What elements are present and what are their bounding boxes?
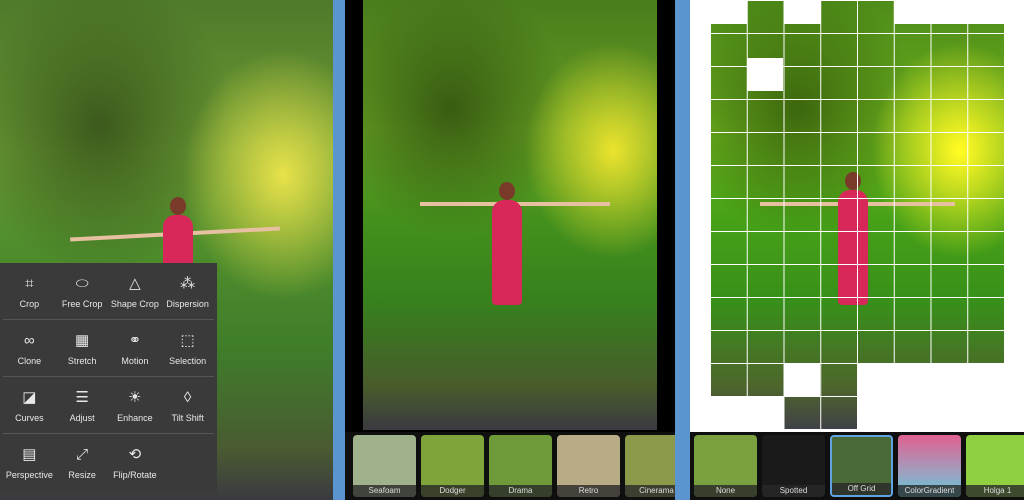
tool-label: Motion — [121, 355, 149, 366]
flip-rotate-icon: ⟲ — [128, 446, 142, 463]
filter-seafoam[interactable]: Seafoam — [353, 435, 416, 497]
tool-stretch[interactable]: ▦ Stretch — [56, 320, 109, 376]
tool-shape-crop[interactable]: △ Shape Crop — [109, 263, 162, 319]
tool-label: Adjust — [69, 412, 95, 423]
perspective-icon: ▤ — [22, 446, 37, 463]
filter-spotted[interactable]: Spotted — [762, 435, 825, 497]
dispersion-icon: ⁂ — [180, 274, 196, 292]
tilt-shift-icon: ◊ — [183, 388, 192, 406]
tool-perspective[interactable]: ▤ Perspective — [3, 434, 56, 491]
tool-label: Shape Crop — [110, 298, 159, 309]
tool-enhance[interactable]: ☀ Enhance — [109, 377, 162, 433]
tool-label: Perspective — [5, 470, 53, 480]
white-tile — [784, 0, 821, 24]
filter-label: Holga 1 — [966, 485, 1024, 497]
tool-crop[interactable]: ⌗ Crop — [3, 263, 56, 319]
tool-label: Stretch — [67, 355, 97, 366]
tool-label: Resize — [68, 470, 96, 480]
resize-icon: ⤢ — [76, 446, 89, 463]
tool-flip-rotate[interactable]: ⟲ Flip/Rotate — [109, 434, 162, 491]
filter-strip[interactable]: None Spotted Off Grid ColorGradient Holga 1 — [690, 432, 1024, 500]
white-tile — [710, 0, 747, 24]
filter-label: Off Grid — [832, 483, 891, 495]
tool-free-crop[interactable]: ⬭ Free Crop — [56, 263, 109, 319]
tool-adjust[interactable]: ☰ Adjust — [56, 377, 109, 433]
tool-label: Tilt Shift — [171, 412, 204, 423]
filters-screen: Seafoam Dodger Drama Retro Cinerama — [345, 0, 675, 500]
filter-colorgradient[interactable]: ColorGradient — [898, 435, 961, 497]
tool-row: ⌗ Crop ⬭ Free Crop △ Shape Crop ⁂ Dispersion — [3, 263, 214, 320]
free-crop-icon: ⬭ — [75, 274, 89, 292]
tool-row: ▤ Perspective ⤢ Resize ⟲ Flip/Rotate — [3, 434, 214, 491]
tool-row: ∞ Clone ▦ Stretch ⚭ Motion ⬚ Selection — [3, 320, 214, 377]
tool-label: Selection — [169, 355, 207, 366]
shape-crop-icon: △ — [129, 274, 141, 292]
filter-label: Seafoam — [353, 485, 416, 497]
enhance-icon: ☀ — [128, 388, 142, 406]
filter-label: Drama — [489, 485, 552, 497]
tools-panel-screen: ⌗ Crop ⬭ Free Crop △ Shape Crop ⁂ Dispersion ∞ Cl… — [0, 0, 333, 500]
tool-label: Clone — [17, 355, 42, 366]
white-tile — [857, 363, 1004, 430]
tool-label: Curves — [15, 412, 44, 423]
filter-label: Retro — [557, 485, 620, 497]
filter-label: Dodger — [421, 485, 484, 497]
filter-label: ColorGradient — [898, 485, 961, 497]
separator — [333, 0, 345, 500]
tool-tilt-shift[interactable]: ◊ Tilt Shift — [161, 377, 214, 433]
filter-label: Cinerama — [625, 485, 675, 497]
adjust-icon: ☰ — [75, 388, 89, 406]
filter-label: None — [694, 485, 757, 497]
filter-dodger[interactable]: Dodger — [421, 435, 484, 497]
tool-selection[interactable]: ⬚ Selection — [161, 320, 214, 376]
tool-label: Dispersion — [166, 298, 209, 309]
filter-holga-1[interactable]: Holga 1 — [966, 435, 1024, 497]
girl — [492, 182, 522, 305]
tool-dispersion[interactable]: ⁂ Dispersion — [161, 263, 214, 319]
clone-icon: ∞ — [24, 331, 35, 349]
white-tile — [894, 0, 1004, 24]
tool-resize[interactable]: ⤢ Resize — [56, 434, 109, 491]
white-tile — [784, 363, 820, 396]
tool-label: Crop — [19, 298, 40, 309]
selection-icon: ⬚ — [180, 331, 195, 349]
filter-none[interactable]: None — [694, 435, 757, 497]
white-tile — [747, 58, 783, 91]
tool-label: Free Crop — [61, 298, 103, 309]
filter-strip[interactable]: Seafoam Dodger Drama Retro Cinerama — [345, 432, 675, 500]
motion-icon: ⚭ — [128, 331, 142, 349]
tool-curves[interactable]: ◪ Curves — [3, 377, 56, 433]
tool-row: ◪ Curves ☰ Adjust ☀ Enhance ◊ Tilt Shift — [3, 377, 214, 434]
stretch-icon: ▦ — [75, 331, 90, 349]
white-tile — [710, 396, 784, 430]
filter-cinerama[interactable]: Cinerama — [625, 435, 675, 497]
tools-menu: ⌗ Crop ⬭ Free Crop △ Shape Crop ⁂ Dispersion ∞ Cl… — [0, 263, 217, 493]
tool-label: Flip/Rotate — [113, 470, 157, 480]
filter-label: Spotted — [762, 485, 825, 497]
curves-icon: ◪ — [22, 388, 37, 406]
separator — [675, 0, 690, 500]
tool-motion[interactable]: ⚭ Motion — [109, 320, 162, 376]
tool-label: Enhance — [117, 412, 153, 423]
crop-icon: ⌗ — [25, 274, 34, 292]
filter-drama[interactable]: Drama — [489, 435, 552, 497]
filter-retro[interactable]: Retro — [557, 435, 620, 497]
tool-clone[interactable]: ∞ Clone — [3, 320, 56, 376]
filter-off-grid[interactable]: Off Grid — [830, 435, 893, 497]
